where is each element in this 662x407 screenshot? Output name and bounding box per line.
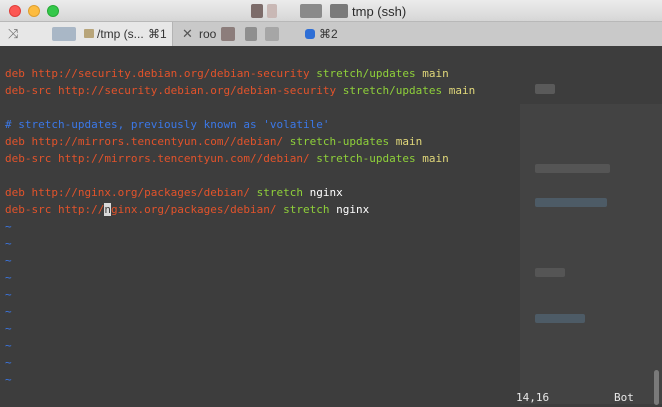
empty-line-marker: ~ bbox=[5, 254, 12, 267]
redacted-block bbox=[535, 314, 585, 323]
line-url: http://nginx.org/packages/debian/ bbox=[31, 186, 251, 199]
line-url: http://security.debian.org/debian-securi… bbox=[31, 67, 310, 80]
redacted-block bbox=[267, 4, 277, 18]
line-url: ginx.org/packages/debian/ bbox=[110, 203, 277, 216]
close-icon[interactable]: ✕ bbox=[182, 26, 193, 42]
empty-line-marker: ~ bbox=[5, 373, 12, 386]
comment-line: # stretch-updates, previously known as '… bbox=[5, 118, 330, 131]
text-cursor: n bbox=[104, 203, 111, 216]
empty-line-marker: ~ bbox=[5, 322, 12, 335]
cursor-position: 14,16 bbox=[516, 391, 550, 404]
line-keyword: deb bbox=[5, 67, 25, 80]
minimize-window-button[interactable] bbox=[28, 5, 40, 17]
line-url: http://mirrors.tencentyun.com//debian/ bbox=[57, 152, 310, 165]
source-line: deb http://nginx.org/packages/debian/ st… bbox=[5, 184, 343, 201]
redacted-block bbox=[221, 27, 235, 41]
terminal-view[interactable]: deb http://security.debian.org/debian-se… bbox=[0, 46, 662, 407]
line-url: http://mirrors.tencentyun.com//debian/ bbox=[31, 135, 284, 148]
line-keyword: deb bbox=[5, 186, 25, 199]
empty-line-marker: ~ bbox=[5, 339, 12, 352]
source-line: deb-src http://mirrors.tencentyun.com//d… bbox=[5, 150, 449, 167]
source-line: deb-src http://nginx.org/packages/debian… bbox=[5, 201, 369, 218]
ssh-session-icon bbox=[305, 29, 315, 39]
redacted-block bbox=[265, 27, 279, 41]
tab-tmp[interactable]: ⤨ /tmp (s... ⌘1 bbox=[0, 22, 173, 46]
redacted-block bbox=[300, 4, 322, 18]
close-window-button[interactable] bbox=[9, 5, 21, 17]
line-component: main bbox=[448, 84, 476, 97]
redacted-block bbox=[535, 198, 607, 207]
scrollbar[interactable] bbox=[654, 370, 659, 405]
empty-line-marker: ~ bbox=[5, 237, 12, 250]
line-url: http:// bbox=[57, 203, 105, 216]
redacted-block bbox=[52, 27, 76, 41]
empty-line-marker: ~ bbox=[5, 288, 12, 301]
empty-line-marker: ~ bbox=[5, 220, 12, 233]
tab-label: /tmp (s... bbox=[97, 27, 144, 41]
tab-root[interactable]: ✕ roo ⌘2 bbox=[173, 22, 662, 46]
redacted-block bbox=[535, 268, 565, 277]
folder-icon bbox=[84, 29, 94, 38]
redacted-block bbox=[535, 164, 610, 173]
title-bar: tmp (ssh) bbox=[0, 0, 662, 22]
empty-line-marker: ~ bbox=[5, 305, 12, 318]
tab-label: roo bbox=[199, 27, 217, 41]
line-keyword: deb bbox=[5, 135, 25, 148]
terminal-split-icon: ⤨ bbox=[8, 26, 19, 41]
line-distribution: stretch/updates bbox=[342, 84, 443, 97]
source-line: deb http://security.debian.org/debian-se… bbox=[5, 65, 449, 82]
line-component: main bbox=[422, 152, 449, 165]
scroll-position: Bot bbox=[614, 391, 634, 404]
source-line: deb http://mirrors.tencentyun.com//debia… bbox=[5, 133, 422, 150]
line-url: http://security.debian.org/debian-securi… bbox=[57, 84, 337, 97]
line-keyword: deb-src bbox=[5, 84, 52, 97]
source-line: deb-src http://security.debian.org/debia… bbox=[5, 82, 475, 99]
window-title: tmp (ssh) bbox=[352, 4, 407, 19]
redacted-block bbox=[251, 4, 263, 18]
line-keyword: deb-src bbox=[5, 203, 52, 216]
empty-line-marker: ~ bbox=[5, 271, 12, 284]
tab-bar: ⤨ /tmp (s... ⌘1 ✕ roo ⌘2 bbox=[0, 22, 662, 46]
line-component: main bbox=[422, 67, 449, 80]
tab-shortcut: ⌘2 bbox=[319, 27, 338, 41]
line-component: main bbox=[395, 135, 423, 148]
line-component: nginx bbox=[309, 186, 343, 199]
line-distribution: stretch/updates bbox=[316, 67, 416, 80]
maximize-window-button[interactable] bbox=[47, 5, 59, 17]
redacted-block bbox=[535, 84, 555, 94]
empty-line-marker: ~ bbox=[5, 356, 12, 369]
background-window bbox=[520, 104, 662, 404]
line-distribution: stretch-updates bbox=[316, 152, 416, 165]
line-distribution: stretch bbox=[283, 203, 330, 216]
line-component: nginx bbox=[336, 203, 370, 216]
redacted-block bbox=[245, 27, 257, 41]
line-distribution: stretch-updates bbox=[289, 135, 390, 148]
line-keyword: deb-src bbox=[5, 152, 52, 165]
redacted-block bbox=[330, 4, 348, 18]
tab-shortcut: ⌘1 bbox=[148, 27, 167, 41]
line-distribution: stretch bbox=[256, 186, 304, 199]
